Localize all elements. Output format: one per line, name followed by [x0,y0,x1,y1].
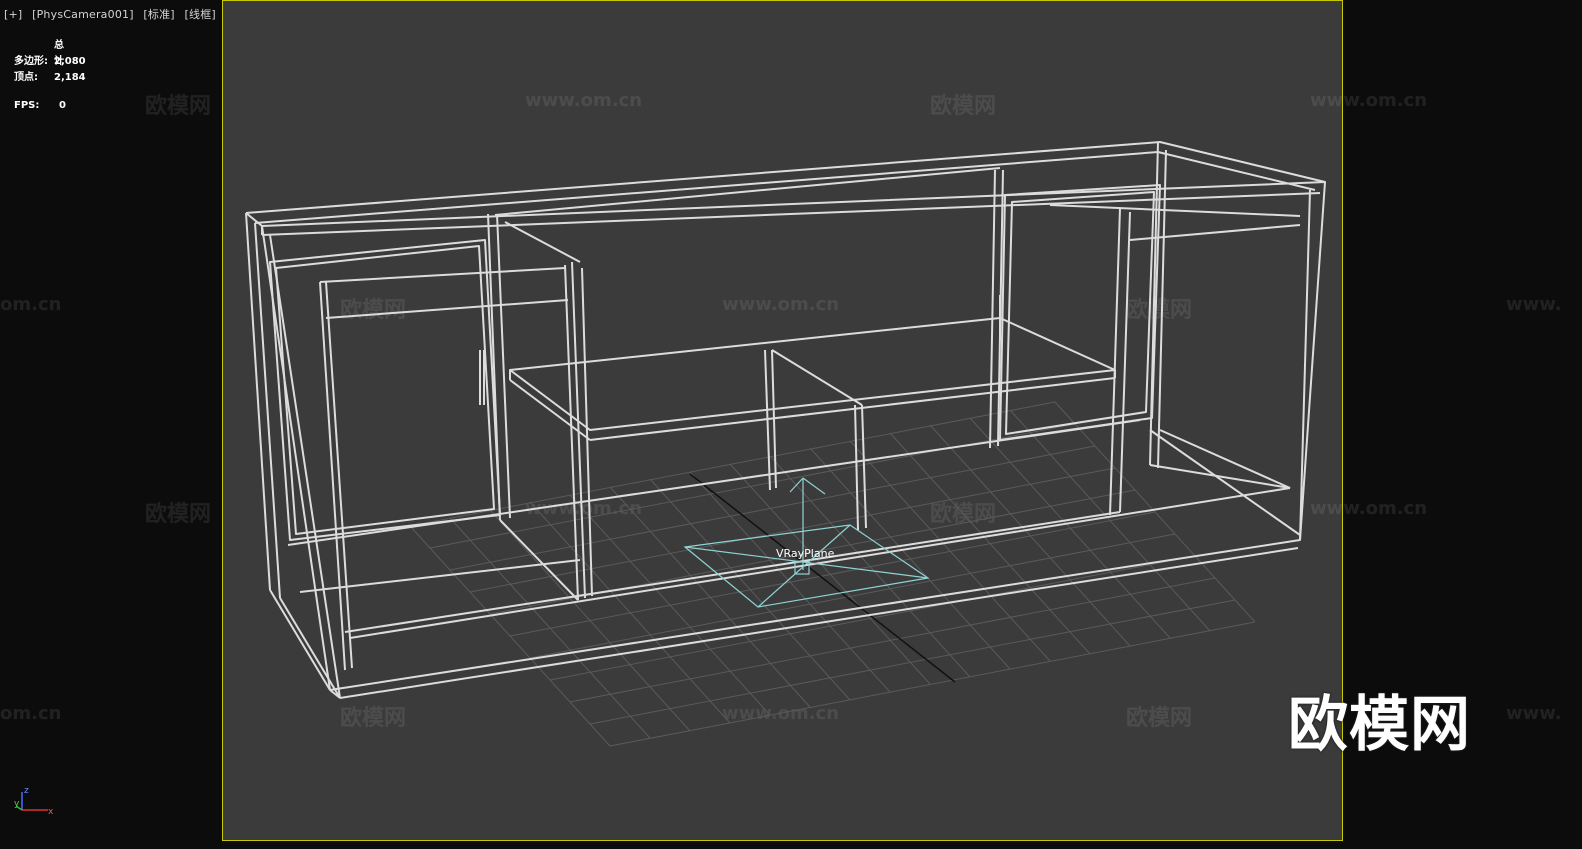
cabinet-wireframe [245,141,1326,699]
viewport-label-menu[interactable]: [+] [PhysCamera001] [标准] [线框] [4,6,222,22]
polygons-value: 2,080 [54,56,86,67]
viewport-display-mode-menu[interactable]: [线框] [185,8,216,21]
fps-counter: FPS: 0 [14,100,66,111]
vertices-label: 顶点: [14,72,38,83]
viewport-camera-menu[interactable]: [PhysCamera001] [32,8,134,21]
vray-plane-gizmo [683,477,930,608]
vertices-value: 2,184 [54,72,86,83]
viewport-shading-menu[interactable]: [标准] [143,8,174,21]
fps-value: 0 [59,100,66,111]
axis-y-label: y [14,799,20,809]
vray-plane-label: VRayPlane [776,547,835,560]
polygons-label: 多边形: [14,56,48,67]
axis-x-label: x [48,807,54,817]
fps-label: FPS: [14,100,40,111]
axis-z-label: z [24,786,29,796]
site-logo: 欧模网 [1288,690,1471,760]
axis-tripod-icon: z y x [14,786,54,817]
viewport-plus-menu[interactable]: [+] [4,8,22,21]
scene-statistics: 总计 多边形: 2,080 顶点: 2,184 [14,38,86,86]
